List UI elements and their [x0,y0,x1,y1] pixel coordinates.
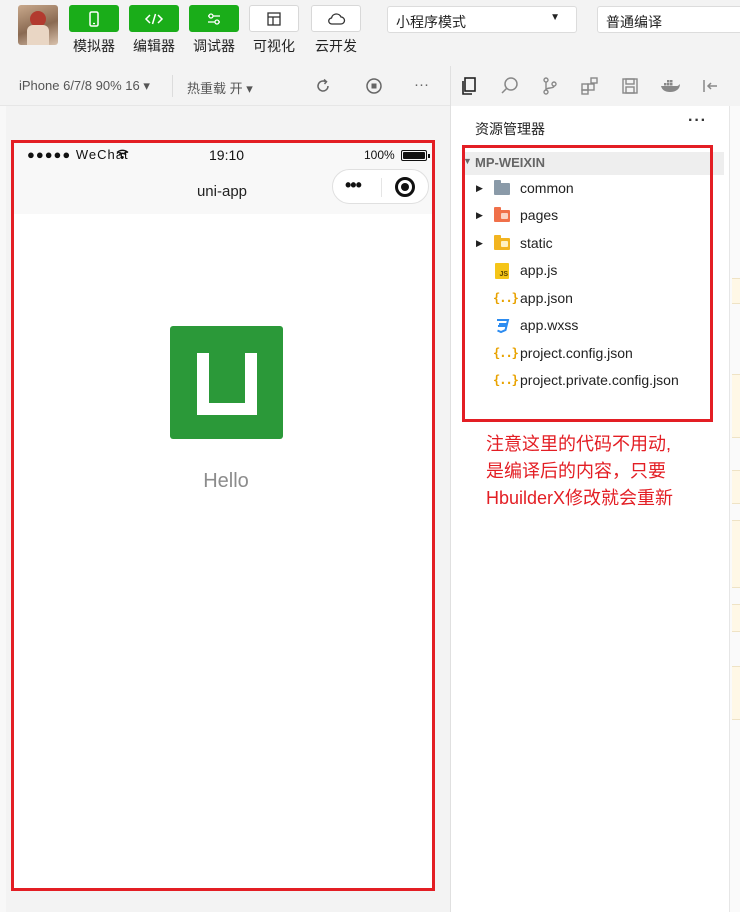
annotation-line: 注意这里的代码不用动, [486,434,671,454]
collapse-panel-tab[interactable] [699,75,721,97]
extensions-tab[interactable] [579,75,601,97]
user-avatar[interactable] [18,5,58,45]
annotation-box-explorer [462,145,713,422]
annotation-line: HbuilderX修改就会重新 [486,488,674,508]
debugger-label: 调试器 [193,38,235,54]
compile-select-value: 普通编译 [606,14,662,30]
simulator-label: 模拟器 [73,38,115,54]
simulator-button[interactable]: 模拟器 [68,5,120,56]
stop-icon[interactable] [365,77,383,95]
annotation-line: 是编译后的内容，只要 [486,461,666,481]
search-tab[interactable] [499,75,521,97]
device-select[interactable]: iPhone 6/7/8 90% 16 ▾ [19,78,150,94]
code-icon [144,13,164,24]
annotation-note: 注意这里的代码不用动, 是编译后的内容，只要 HbuilderX修改就会重新 [486,431,673,512]
sliders-icon [208,12,220,25]
explorer-more-button[interactable]: ··· [688,112,707,130]
git-branch-icon [543,77,557,95]
docker-tab[interactable] [659,75,681,97]
compile-select[interactable]: 普通编译 [597,6,740,33]
layout-icon [267,11,281,26]
annotation-box-simulator [11,140,435,891]
visualize-button[interactable]: 可视化 [248,5,300,56]
debugger-button[interactable]: 调试器 [188,5,240,56]
simulator-toolbar: iPhone 6/7/8 90% 16 ▾ 热重载 开 ▾ ··· [0,66,450,106]
cloud-dev-button[interactable]: 云开发 [310,5,362,56]
docker-icon [661,80,680,92]
mode-select-value: 小程序模式 [396,14,466,30]
cloud-dev-label: 云开发 [315,38,357,54]
editor-button[interactable]: 编辑器 [128,5,180,56]
search-icon [501,77,518,94]
activity-bar [451,66,740,106]
refresh-icon[interactable] [314,77,332,95]
files-icon [462,77,476,95]
cloud-icon [328,12,346,25]
editor-gutter [729,106,740,912]
chevron-down-icon: ▼ [550,12,560,23]
more-options[interactable]: ··· [414,76,429,93]
source-control-tab[interactable] [539,75,561,97]
hot-reload-toggle[interactable]: 热重载 开 ▾ [187,78,253,97]
storage-tab[interactable] [619,75,641,97]
top-toolbar: 模拟器 编辑器 调试器 可视化 云开发 小程序模式 ▼ 普通编译 [0,0,740,66]
mode-select[interactable]: 小程序模式 ▼ [387,6,577,33]
explorer-tab[interactable] [458,75,480,97]
editor-label: 编辑器 [133,38,175,54]
collapse-left-icon [703,80,717,92]
extensions-icon [581,77,598,95]
visualize-label: 可视化 [253,38,295,54]
phone-icon [89,10,99,27]
save-icon [622,78,638,94]
separator [172,75,173,97]
explorer-title: 资源管理器 [475,121,545,137]
